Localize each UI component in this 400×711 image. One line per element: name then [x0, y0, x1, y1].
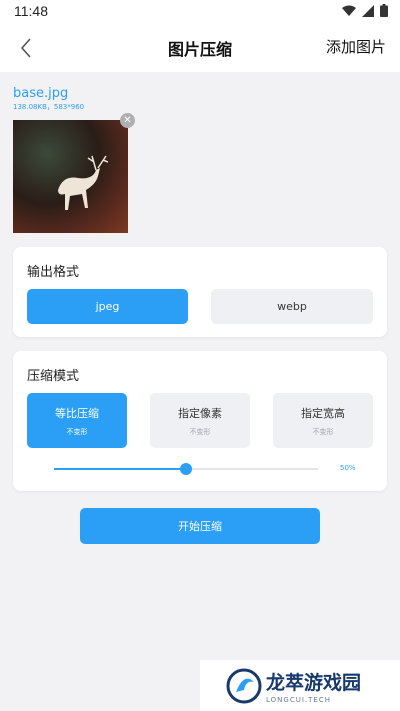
remove-image-button[interactable]: ✕	[120, 113, 135, 128]
mode-size-button[interactable]: 指定宽高 不变形	[273, 393, 373, 448]
status-time: 11:48	[14, 3, 48, 19]
mode-size-note: 不变形	[312, 427, 334, 436]
output-format-card: 输出格式 jpeg webp	[13, 247, 387, 337]
mode-pixels-label: 指定像素	[178, 406, 222, 420]
mode-size-label: 指定宽高	[301, 406, 345, 420]
slider-handle[interactable]	[180, 463, 192, 475]
format-webp-label: webp	[277, 300, 307, 313]
format-jpeg-button[interactable]: jpeg	[27, 289, 188, 324]
compress-mode-title: 压缩模式	[27, 369, 80, 384]
mode-proportional-label: 等比压缩	[55, 406, 99, 420]
format-webp-button[interactable]: webp	[211, 289, 373, 324]
mode-proportional-note: 不变形	[66, 427, 88, 436]
file-name: base.jpg	[13, 86, 69, 101]
slider-value: 50%	[340, 464, 356, 472]
quality-slider[interactable]	[54, 463, 318, 475]
slider-fill	[54, 468, 186, 470]
close-icon: ✕	[123, 115, 132, 126]
watermark-logo	[226, 668, 262, 703]
battery-icon	[380, 4, 388, 17]
compress-mode-card: 压缩模式 等比压缩 不变形 指定像素 不变形 指定宽高 不变形 50%	[13, 351, 387, 491]
app-bar: 图片压缩 添加图片	[0, 24, 400, 72]
file-meta: 138.08KB，583*960	[13, 103, 85, 111]
mode-proportional-button[interactable]: 等比压缩 不变形	[27, 393, 127, 448]
format-jpeg-label: jpeg	[95, 300, 120, 313]
watermark-text: 龙萃游戏园 LONGCUI.TECH	[266, 668, 361, 704]
watermark: 龙萃游戏园 LONGCUI.TECH	[200, 660, 400, 711]
status-icons	[342, 4, 388, 17]
output-format-title: 输出格式	[27, 265, 80, 280]
start-compress-button[interactable]: 开始压缩	[80, 508, 320, 544]
mode-pixels-note: 不变形	[189, 427, 211, 436]
image-thumbnail[interactable]	[13, 120, 128, 233]
mode-pixels-button[interactable]: 指定像素 不变形	[150, 393, 250, 448]
watermark-subtitle: LONGCUI.TECH	[266, 695, 331, 704]
signal-icon	[362, 4, 374, 17]
watermark-title: 龙萃游戏园	[266, 671, 362, 694]
wifi-icon	[342, 5, 356, 16]
add-image-button[interactable]: 添加图片	[326, 36, 386, 57]
start-compress-label: 开始压缩	[178, 520, 222, 533]
deer-illustration	[58, 155, 108, 210]
status-bar: 11:48	[0, 0, 400, 24]
